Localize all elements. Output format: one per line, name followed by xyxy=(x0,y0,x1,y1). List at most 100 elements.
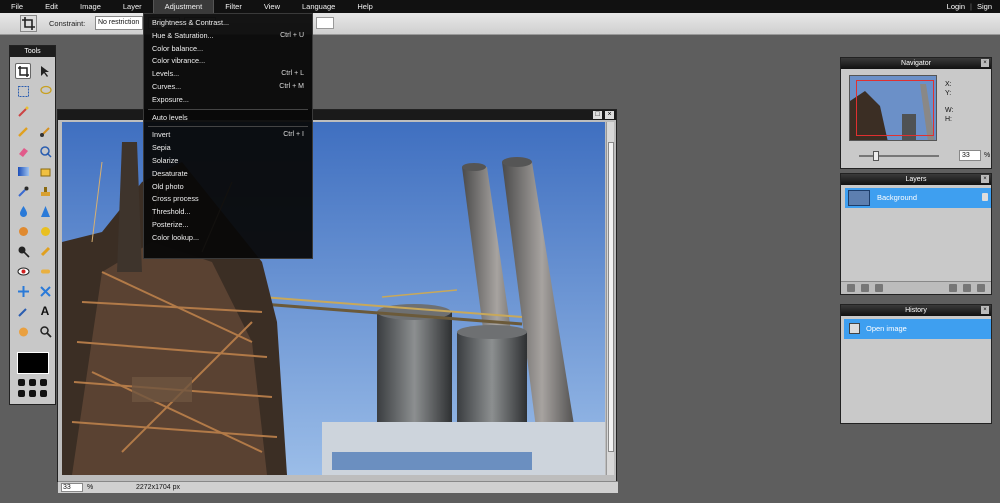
navigator-thumbnail[interactable] xyxy=(849,75,937,141)
scrollbar-thumb[interactable] xyxy=(608,142,614,452)
login-link[interactable]: Login xyxy=(943,0,969,13)
red-eye-tool-icon[interactable] xyxy=(15,263,31,279)
zoom-slider[interactable] xyxy=(849,151,949,161)
close-icon[interactable]: × xyxy=(981,59,989,67)
menu-item-exposure[interactable]: Exposure... xyxy=(144,94,312,107)
close-icon[interactable]: × xyxy=(981,306,989,314)
menu-file[interactable]: File xyxy=(0,0,34,13)
zoom-input[interactable]: 33 xyxy=(61,483,83,492)
menu-item-solarize[interactable]: Solarize xyxy=(144,155,312,168)
menu-edit[interactable]: Edit xyxy=(34,0,69,13)
extra-dot xyxy=(29,390,36,397)
constraint-select[interactable]: No restriction xyxy=(95,16,143,30)
pinch-tool-icon[interactable] xyxy=(37,283,53,299)
menu-item-auto-levels[interactable]: Auto levels xyxy=(144,112,312,125)
eyedropper-tool-icon[interactable] xyxy=(15,183,31,199)
move-tool-icon[interactable] xyxy=(37,63,53,79)
menu-item-curves[interactable]: Curves... Ctrl + M xyxy=(144,81,312,94)
lasso-tool-icon[interactable] xyxy=(37,83,53,99)
menu-item-color-vibrance[interactable]: Color vibrance... xyxy=(144,55,312,68)
bloat-tool-icon[interactable] xyxy=(15,283,31,299)
sponge-tool-icon[interactable] xyxy=(37,223,53,239)
menu-item-label: Threshold... xyxy=(152,207,191,217)
menu-item-brightness-contrast[interactable]: Brightness & Contrast... xyxy=(144,17,312,30)
menu-item-levels[interactable]: Levels... Ctrl + L xyxy=(144,68,312,81)
menu-item-posterize[interactable]: Posterize... xyxy=(144,219,312,232)
image-dimensions: 2272x1704 px xyxy=(136,484,180,491)
menu-separator xyxy=(148,126,308,128)
menu-layer[interactable]: Layer xyxy=(112,0,153,13)
extra-dot xyxy=(40,390,47,397)
navigator-title-text: Navigator xyxy=(901,60,931,67)
pencil-tool-icon[interactable] xyxy=(15,123,31,139)
menu-help[interactable]: Help xyxy=(346,0,383,13)
menu-item-shortcut: Ctrl + I xyxy=(283,131,304,139)
image-vertical-scrollbar[interactable] xyxy=(606,122,614,475)
signup-link[interactable]: Sign xyxy=(973,0,996,13)
lock-icon[interactable] xyxy=(982,193,988,201)
menu-item-invert[interactable]: Invert Ctrl + I xyxy=(144,129,312,142)
menu-item-old-photo[interactable]: Old photo xyxy=(144,181,312,194)
history-entry[interactable]: Open image xyxy=(844,319,991,339)
magic-wand-icon[interactable] xyxy=(15,103,31,119)
menu-item-hue-saturation[interactable]: Hue & Saturation... Ctrl + U xyxy=(144,30,312,43)
marquee-tool-icon[interactable] xyxy=(15,83,31,99)
text-tool-icon[interactable]: A xyxy=(37,303,53,319)
clone-tool-icon[interactable] xyxy=(37,143,53,159)
zoom-slider-track xyxy=(859,155,939,157)
layers-toolbar xyxy=(841,281,991,294)
menu-item-desaturate[interactable]: Desaturate xyxy=(144,168,312,181)
menu-item-cross-process[interactable]: Cross process xyxy=(144,193,312,206)
layer-row[interactable]: Background xyxy=(845,188,991,208)
spot-heal-tool-icon[interactable] xyxy=(37,263,53,279)
option-field[interactable] xyxy=(316,17,334,29)
sharpen-tool-icon[interactable] xyxy=(37,203,53,219)
hand-tool-icon[interactable] xyxy=(15,323,31,339)
tool-extras[interactable] xyxy=(18,379,50,399)
smudge-tool-icon[interactable] xyxy=(15,223,31,239)
blur-tool-icon[interactable] xyxy=(15,203,31,219)
menu-view[interactable]: View xyxy=(253,0,291,13)
viewport-indicator[interactable] xyxy=(856,80,934,136)
menu-item-threshold[interactable]: Threshold... xyxy=(144,206,312,219)
burn-tool-icon[interactable] xyxy=(37,243,53,259)
dodge-tool-icon[interactable] xyxy=(15,243,31,259)
foreground-color-swatch[interactable] xyxy=(17,352,49,374)
brush-tool-icon[interactable] xyxy=(37,123,53,139)
menu-language[interactable]: Language xyxy=(291,0,346,13)
image-status-bar: 33 % 2272x1704 px xyxy=(58,481,618,493)
image-window-titlebar[interactable]: □ × xyxy=(58,110,616,120)
menu-image[interactable]: Image xyxy=(69,0,112,13)
close-icon[interactable]: × xyxy=(981,175,989,183)
delete-layer-icon[interactable] xyxy=(963,284,971,292)
color-picker-tool-icon[interactable] xyxy=(15,303,31,319)
layers-title-text: Layers xyxy=(905,176,927,183)
menu-item-sepia[interactable]: Sepia xyxy=(144,142,312,155)
tools-panel: Tools A xyxy=(9,45,56,405)
eraser-tool-icon[interactable] xyxy=(15,143,31,159)
menu-item-label: Sepia xyxy=(152,143,171,153)
crop-tool-icon[interactable] xyxy=(15,63,31,79)
menu-filter[interactable]: Filter xyxy=(214,0,253,13)
maximize-icon[interactable]: □ xyxy=(593,111,602,119)
w-label: W: xyxy=(945,107,954,114)
gradient-tool-icon[interactable] xyxy=(15,163,31,179)
link-layers-icon[interactable] xyxy=(847,284,855,292)
menu-item-color-lookup[interactable]: Color lookup... xyxy=(144,232,312,245)
menu-item-color-balance[interactable]: Color balance... xyxy=(144,43,312,56)
fill-tool-icon[interactable] xyxy=(37,163,53,179)
navigator-zoom-input[interactable]: 33 xyxy=(959,150,981,161)
zoom-slider-knob[interactable] xyxy=(873,151,879,161)
crop-tool-indicator[interactable] xyxy=(20,15,37,32)
stamp-tool-icon[interactable] xyxy=(37,183,53,199)
layer-options-icon[interactable] xyxy=(977,284,985,292)
menu-item-label: Cross process xyxy=(152,194,199,204)
x-label: X: xyxy=(945,81,952,88)
menu-adjustment[interactable]: Adjustment xyxy=(152,0,215,13)
new-layer-icon[interactable] xyxy=(949,284,957,292)
layer-style-icon[interactable] xyxy=(861,284,869,292)
layer-mask-icon[interactable] xyxy=(875,284,883,292)
zoom-tool-icon[interactable] xyxy=(37,323,53,339)
close-icon[interactable]: × xyxy=(605,111,614,119)
